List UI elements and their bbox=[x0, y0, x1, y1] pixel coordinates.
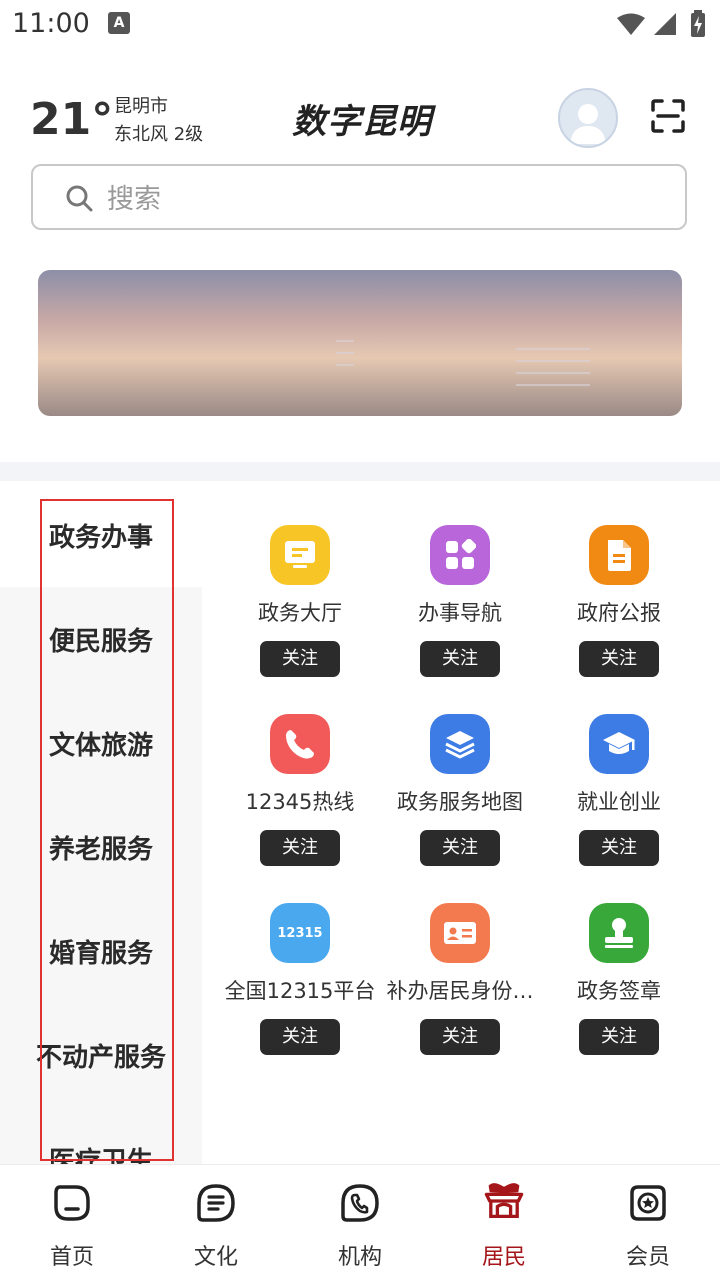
service-label: 12345热线 bbox=[245, 790, 355, 814]
service-label: 就业创业 bbox=[577, 790, 661, 814]
follow-button[interactable]: 关注 bbox=[260, 830, 340, 866]
search-bar[interactable] bbox=[31, 164, 687, 230]
follow-button[interactable]: 关注 bbox=[579, 830, 659, 866]
tile-12315-platform: 12315 bbox=[270, 903, 330, 963]
battery-icon bbox=[691, 10, 705, 37]
avatar[interactable] bbox=[558, 88, 618, 148]
nav-resident[interactable]: 居民 bbox=[432, 1165, 576, 1281]
tile-affairs-navigation bbox=[430, 525, 490, 585]
status-bar: 11:00 A bbox=[0, 0, 720, 50]
stamp-icon bbox=[605, 918, 633, 948]
search-input[interactable] bbox=[105, 180, 509, 218]
service-label: 政务大厅 bbox=[258, 601, 342, 625]
screen-icon bbox=[285, 541, 315, 568]
nav-home[interactable]: 首页 bbox=[0, 1165, 144, 1281]
follow-button[interactable]: 关注 bbox=[420, 1019, 500, 1055]
service-item-service-map[interactable]: 政务服务地图 关注 bbox=[380, 714, 540, 884]
tile-12345-hotline bbox=[270, 714, 330, 774]
nav-label: 文化 bbox=[193, 1245, 238, 1270]
institution-icon bbox=[341, 1184, 379, 1222]
tile-government-seal bbox=[589, 903, 649, 963]
service-label: 政务签章 bbox=[577, 979, 661, 1003]
service-label: 补办居民身份… bbox=[386, 979, 534, 1003]
service-label: 办事导航 bbox=[418, 601, 502, 625]
service-item-government-gazette[interactable]: 政府公报 关注 bbox=[539, 525, 699, 695]
service-item-affairs-navigation[interactable]: 办事导航 关注 bbox=[380, 525, 540, 695]
phone-icon bbox=[286, 730, 314, 759]
user-avatar-icon bbox=[570, 104, 606, 144]
nav-member[interactable]: 会员 bbox=[576, 1165, 720, 1281]
wind-info: 东北风 2级 bbox=[114, 124, 204, 145]
service-item-12345-hotline[interactable]: 12345热线 关注 bbox=[220, 714, 380, 884]
member-icon bbox=[630, 1185, 666, 1221]
apps-icon bbox=[446, 539, 476, 569]
service-label: 全国12315平台 bbox=[224, 979, 376, 1003]
status-time: 11:00 bbox=[12, 8, 90, 39]
city-banner[interactable] bbox=[38, 270, 682, 416]
service-item-government-hall[interactable]: 政务大厅 关注 bbox=[220, 525, 380, 695]
id-card-icon bbox=[444, 922, 476, 944]
badge-12315-icon: 12315 bbox=[277, 925, 323, 941]
resident-icon bbox=[484, 1183, 524, 1219]
follow-button[interactable]: 关注 bbox=[260, 1019, 340, 1055]
follow-button[interactable]: 关注 bbox=[260, 641, 340, 677]
follow-button[interactable]: 关注 bbox=[579, 1019, 659, 1055]
tile-employment bbox=[589, 714, 649, 774]
app-logo: 数字昆明 bbox=[292, 102, 432, 142]
tile-service-map bbox=[430, 714, 490, 774]
nav-culture[interactable]: 文化 bbox=[144, 1165, 288, 1281]
notification-a-icon: A bbox=[108, 12, 130, 34]
nav-label: 机构 bbox=[337, 1245, 382, 1270]
service-item-id-card-reissue[interactable]: 补办居民身份… 关注 bbox=[380, 903, 540, 1073]
service-item-employment[interactable]: 就业创业 关注 bbox=[539, 714, 699, 884]
tile-government-gazette bbox=[589, 525, 649, 585]
search-icon bbox=[66, 185, 93, 212]
wifi-icon bbox=[617, 13, 645, 35]
bottom-navigation: 首页 文化 机构 居民 会员 bbox=[0, 1164, 720, 1281]
service-item-government-seal[interactable]: 政务签章 关注 bbox=[539, 903, 699, 1073]
nav-label: 会员 bbox=[625, 1245, 670, 1270]
follow-button[interactable]: 关注 bbox=[420, 830, 500, 866]
section-divider bbox=[0, 462, 720, 481]
service-label: 政府公报 bbox=[577, 601, 661, 625]
city-skyline-image bbox=[38, 270, 682, 416]
document-icon bbox=[608, 540, 631, 571]
follow-button[interactable]: 关注 bbox=[420, 641, 500, 677]
follow-button[interactable]: 关注 bbox=[579, 641, 659, 677]
temperature: 21° bbox=[30, 94, 114, 145]
culture-icon bbox=[197, 1184, 235, 1222]
home-icon bbox=[54, 1185, 90, 1221]
nav-label: 居民 bbox=[481, 1245, 526, 1270]
nav-label: 首页 bbox=[49, 1245, 94, 1270]
tile-id-card-reissue bbox=[430, 903, 490, 963]
cellular-signal-icon bbox=[654, 13, 676, 35]
city-name: 昆明市 bbox=[114, 96, 168, 117]
nav-institution[interactable]: 机构 bbox=[288, 1165, 432, 1281]
service-item-12315-platform[interactable]: 12315 全国12315平台 关注 bbox=[220, 903, 380, 1073]
layers-icon bbox=[445, 731, 475, 759]
scan-icon[interactable] bbox=[650, 98, 686, 134]
service-label: 政务服务地图 bbox=[397, 790, 523, 814]
tile-government-hall bbox=[270, 525, 330, 585]
sidebar-highlight-frame bbox=[40, 499, 174, 1161]
graduation-cap-icon bbox=[603, 732, 635, 754]
